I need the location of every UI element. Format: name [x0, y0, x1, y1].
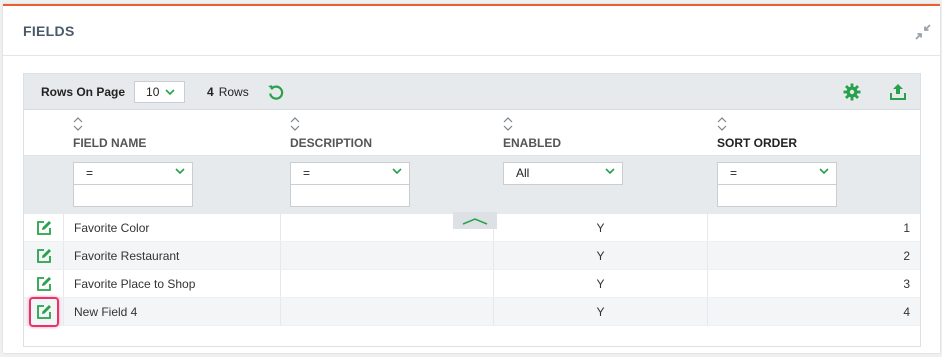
table-row: Favorite Restaurant Y 2	[24, 242, 920, 270]
edit-icon	[36, 220, 51, 235]
column-header-enabled[interactable]: ENABLED	[494, 110, 708, 155]
edit-button[interactable]	[32, 272, 56, 296]
edit-icon	[36, 276, 51, 291]
edit-icon	[36, 248, 51, 263]
sort-order-cell: 3	[903, 276, 910, 291]
filter-operator-value: =	[86, 166, 94, 180]
enabled-cell: Y	[494, 298, 708, 325]
description-cell	[281, 242, 494, 269]
chevron-down-icon	[819, 168, 829, 174]
chevron-down-icon	[392, 168, 402, 174]
filter-operator-value: =	[303, 166, 311, 180]
edit-button-highlighted[interactable]	[28, 296, 59, 327]
filter-value-input[interactable]	[717, 185, 837, 207]
field-name-cell: Favorite Place to Shop	[64, 270, 281, 297]
filter-field-name: =	[64, 156, 281, 214]
filter-value-input[interactable]	[73, 185, 193, 207]
filter-description: =	[281, 156, 494, 214]
column-header-description[interactable]: DESCRIPTION	[281, 110, 494, 155]
filter-collapse-button[interactable]	[453, 212, 497, 229]
row-count: 4 Rows	[207, 85, 249, 99]
sort-icon[interactable]	[290, 117, 300, 131]
column-header-field-name[interactable]: FIELD NAME	[64, 110, 281, 155]
edit-icon	[36, 304, 51, 319]
field-name-cell: New Field 4	[64, 298, 281, 325]
row-count-number: 4	[207, 84, 214, 99]
panel-header: FIELDS	[3, 6, 940, 56]
chevron-down-icon	[175, 168, 185, 174]
panel-title: FIELDS	[23, 22, 75, 39]
sort-icon[interactable]	[73, 117, 83, 131]
column-header-sort-order[interactable]: SORT ORDER	[708, 110, 920, 155]
chevron-down-icon	[165, 88, 175, 95]
column-label: SORT ORDER	[717, 136, 798, 150]
sort-icon[interactable]	[503, 117, 513, 131]
edit-cell	[24, 270, 64, 297]
edit-cell	[24, 296, 64, 327]
refresh-icon[interactable]	[267, 83, 285, 101]
sort-order-cell: 2	[903, 248, 910, 263]
rows-on-page-label: Rows On Page	[41, 84, 126, 99]
filter-operator-select[interactable]: =	[290, 162, 410, 185]
edit-cell	[24, 214, 64, 241]
sort-order-cell: 1	[903, 220, 910, 235]
column-label: ENABLED	[503, 136, 562, 150]
export-icon[interactable]	[889, 82, 907, 101]
table-row: Favorite Place to Shop Y 3	[24, 270, 920, 298]
enabled-cell: Y	[494, 242, 708, 269]
edit-button[interactable]	[32, 216, 56, 240]
collapse-icon[interactable]	[914, 23, 932, 41]
field-name-cell: Favorite Restaurant	[64, 242, 281, 269]
filter-sort-order: =	[708, 156, 920, 214]
column-label: FIELD NAME	[73, 136, 147, 150]
grid-toolbar: Rows On Page 10 4 Rows	[24, 74, 920, 110]
fields-grid: Rows On Page 10 4 Rows FIELD NAME DESCRI…	[23, 73, 921, 347]
fields-panel: FIELDS Rows On Page 10 4 Rows FIELD NAME…	[3, 4, 940, 353]
sort-icon[interactable]	[717, 117, 727, 131]
column-label: DESCRIPTION	[290, 136, 373, 150]
description-cell	[281, 298, 494, 325]
description-cell	[281, 270, 494, 297]
chevron-up-icon	[462, 217, 488, 225]
filter-value-input[interactable]	[290, 185, 410, 207]
rows-on-page-select[interactable]: 10	[134, 80, 186, 103]
edit-button[interactable]	[32, 244, 56, 268]
enabled-cell: Y	[494, 214, 708, 241]
filter-operator-select[interactable]: =	[73, 162, 193, 185]
filter-operator-select[interactable]: =	[717, 162, 837, 185]
chevron-down-icon	[605, 168, 615, 174]
column-header-row: FIELD NAME DESCRIPTION ENABLED SORT ORDE…	[24, 110, 920, 156]
field-name-cell: Favorite Color	[64, 214, 281, 241]
rows-on-page-value: 10	[146, 84, 160, 99]
row-count-label: Rows	[218, 84, 249, 99]
enabled-cell: Y	[494, 270, 708, 297]
table-row: New Field 4 Y 4	[24, 296, 920, 327]
edit-column-header	[24, 110, 64, 155]
filter-spacer	[24, 156, 64, 214]
edit-cell	[24, 242, 64, 269]
settings-icon[interactable]	[843, 83, 861, 101]
filter-enabled-select[interactable]: All	[503, 162, 623, 185]
filter-operator-value: =	[730, 166, 738, 180]
sort-order-cell: 4	[903, 304, 910, 319]
filter-row: = = All =	[24, 156, 920, 214]
filter-enabled: All	[494, 156, 708, 214]
grid-body: Favorite Color Y 1 Favorite Restaurant Y…	[24, 214, 920, 327]
filter-operator-value: All	[516, 166, 530, 180]
